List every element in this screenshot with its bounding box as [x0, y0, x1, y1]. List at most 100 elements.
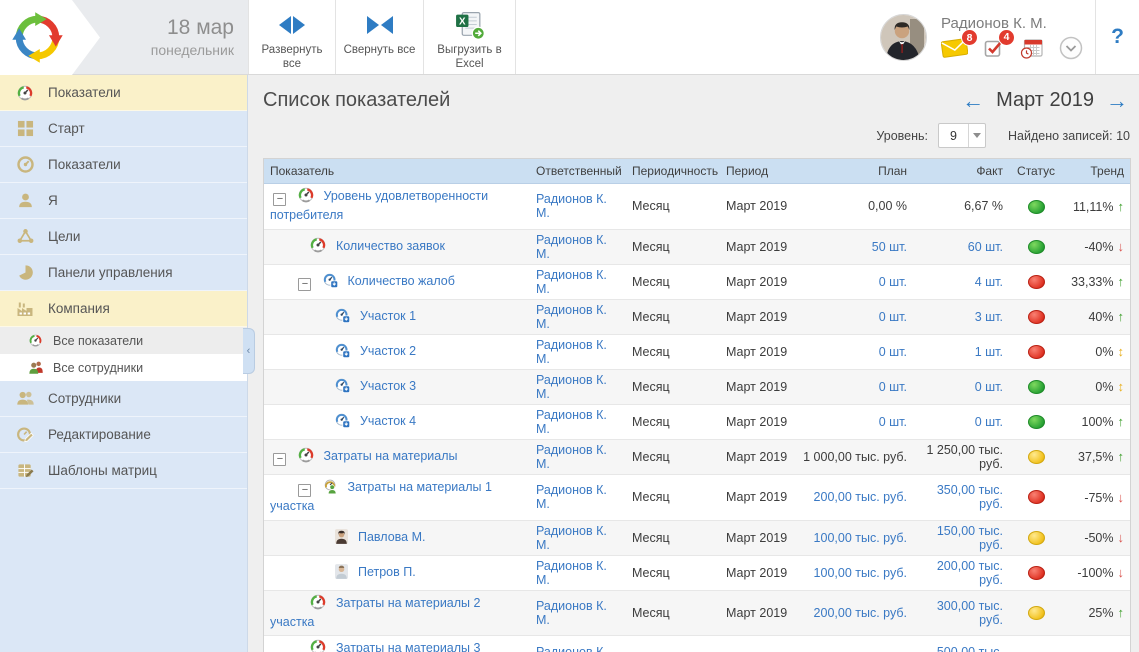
help-button[interactable]: ?: [1111, 25, 1124, 49]
plan-value[interactable]: 200,00 тыс. руб.: [814, 490, 907, 504]
next-month-button[interactable]: →: [1106, 90, 1128, 112]
col-responsible[interactable]: Ответственный: [530, 161, 626, 181]
table-row: Павлова М. Радионов К. М. Месяц Март 201…: [264, 521, 1130, 556]
plan-value[interactable]: 0 шт.: [879, 415, 907, 429]
plan-value[interactable]: 0 шт.: [879, 380, 907, 394]
sidebar-subitem-all-indicators[interactable]: Все показатели: [0, 327, 247, 354]
trend-down-arrow-icon: ↓: [1118, 530, 1125, 545]
status-cell: [1011, 446, 1061, 467]
responsible-link[interactable]: Радионов К. М.: [536, 559, 607, 587]
fact-value[interactable]: 500,00 тыс. руб.: [937, 645, 1003, 652]
responsible-link[interactable]: Радионов К. М.: [536, 408, 607, 436]
messages-icon[interactable]: 8: [941, 37, 968, 58]
responsible-link[interactable]: Радионов К. М.: [536, 338, 607, 366]
sidebar-item-company[interactable]: Компания: [0, 291, 247, 327]
col-trend[interactable]: Тренд: [1061, 161, 1130, 181]
fact-value[interactable]: 3 шт.: [975, 310, 1003, 324]
tree-collapse-toggle[interactable]: −: [298, 278, 311, 291]
sidebar-item-me[interactable]: Я: [0, 183, 247, 219]
trend-value: 33,33%: [1071, 275, 1113, 289]
sidebar-item-goals[interactable]: Цели: [0, 219, 247, 255]
prev-month-button[interactable]: ←: [962, 90, 984, 112]
sidebar-item-indicators-main[interactable]: Показатели: [0, 75, 247, 111]
fact-value[interactable]: 300,00 тыс. руб.: [937, 599, 1003, 627]
responsible-link[interactable]: Радионов К. М.: [536, 233, 607, 261]
fact-value[interactable]: 1 шт.: [975, 345, 1003, 359]
col-period[interactable]: Период: [720, 161, 796, 181]
responsible-link[interactable]: Радионов К. М.: [536, 373, 607, 401]
fact-cell: 1 шт.: [915, 342, 1011, 362]
col-periodicity[interactable]: Периодичность: [626, 161, 720, 181]
plan-value[interactable]: 50 шт.: [872, 240, 907, 254]
col-plan[interactable]: План: [796, 161, 915, 181]
responsible-link[interactable]: Радионов К. М.: [536, 645, 607, 652]
indicator-link[interactable]: Затраты на материалы 2 участка: [270, 596, 480, 629]
fact-cell: 3 шт.: [915, 307, 1011, 327]
sidebar-collapse-handle[interactable]: ‹: [243, 328, 255, 374]
periodicity-cell: Месяц: [626, 563, 720, 583]
indicator-link[interactable]: Количество заявок: [336, 239, 445, 253]
indicator-link[interactable]: Затраты на материалы: [323, 449, 457, 463]
fact-value[interactable]: 0 шт.: [975, 380, 1003, 394]
user-avatar[interactable]: [880, 14, 927, 61]
sidebar-item-employees[interactable]: Сотрудники: [0, 381, 247, 417]
tree-collapse-toggle[interactable]: −: [273, 453, 286, 466]
plan-value[interactable]: 0 шт.: [879, 345, 907, 359]
gauge-blue-icon: [335, 343, 350, 358]
responsible-cell: Радионов К. М.: [530, 642, 626, 652]
fact-value[interactable]: 150,00 тыс. руб.: [937, 524, 1003, 552]
expand-all-button[interactable]: Развернуть все: [248, 0, 336, 74]
indicator-link[interactable]: Петров П.: [358, 565, 416, 579]
level-label: Уровень:: [876, 129, 928, 143]
tasks-icon[interactable]: 4: [983, 37, 1005, 59]
fact-value[interactable]: 200,00 тыс. руб.: [937, 559, 1003, 587]
tree-collapse-toggle[interactable]: −: [273, 193, 286, 206]
indicator-link[interactable]: Участок 2: [360, 344, 416, 358]
responsible-link[interactable]: Радионов К. М.: [536, 443, 607, 471]
responsible-link[interactable]: Радионов К. М.: [536, 599, 607, 627]
user-menu-chevron-icon[interactable]: [1059, 36, 1083, 60]
responsible-link[interactable]: Радионов К. М.: [536, 303, 607, 331]
table-body: − Уровень удовлетворенности потребителя …: [264, 184, 1130, 652]
plan-cell: 200,00 тыс. руб.: [796, 487, 915, 507]
responsible-link[interactable]: Радионов К. М.: [536, 192, 607, 220]
sidebar-item-indicators[interactable]: Показатели: [0, 147, 247, 183]
indicator-link[interactable]: Участок 1: [360, 309, 416, 323]
user-name[interactable]: Радионов К. М.: [941, 15, 1047, 32]
fact-value[interactable]: 0 шт.: [975, 415, 1003, 429]
period-cell: Март 2019: [720, 649, 796, 652]
period-cell: Март 2019: [720, 196, 796, 216]
collapse-all-button[interactable]: Свернуть все: [336, 0, 424, 74]
sidebar-item-dashboards[interactable]: Панели управления: [0, 255, 247, 291]
sidebar-subitem-all-employees[interactable]: Все сотрудники: [0, 354, 247, 381]
indicator-link[interactable]: Павлова М.: [358, 530, 426, 544]
fact-value[interactable]: 350,00 тыс. руб.: [937, 483, 1003, 511]
col-indicator[interactable]: Показатель: [264, 159, 530, 184]
plan-value[interactable]: 100,00 тыс. руб.: [814, 531, 907, 545]
trend-up-arrow-icon: ↑: [1118, 274, 1125, 289]
indicator-cell: − Затраты на материалы: [264, 444, 530, 469]
responsible-link[interactable]: Радионов К. М.: [536, 268, 607, 296]
sidebar-item-matrix-templates[interactable]: Шаблоны матриц: [0, 453, 247, 489]
plan-value[interactable]: 0 шт.: [879, 275, 907, 289]
trend-cell: -75%↓: [1061, 487, 1130, 508]
col-fact[interactable]: Факт: [915, 161, 1011, 181]
plan-value[interactable]: 100,00 тыс. руб.: [814, 566, 907, 580]
responsible-cell: Радионов К. М.: [530, 521, 626, 555]
export-excel-button[interactable]: X Выгрузить в Excel: [424, 0, 516, 74]
plan-value[interactable]: 0 шт.: [879, 310, 907, 324]
responsible-link[interactable]: Радионов К. М.: [536, 524, 607, 552]
indicator-link[interactable]: Участок 3: [360, 379, 416, 393]
calendar-clock-icon[interactable]: [1020, 37, 1044, 59]
indicator-link[interactable]: Количество жалоб: [347, 274, 454, 288]
sidebar-item-editing[interactable]: Редактирование: [0, 417, 247, 453]
plan-value[interactable]: 200,00 тыс. руб.: [814, 606, 907, 620]
responsible-link[interactable]: Радионов К. М.: [536, 483, 607, 511]
fact-value[interactable]: 60 шт.: [968, 240, 1003, 254]
indicator-link[interactable]: Участок 4: [360, 414, 416, 428]
tree-collapse-toggle[interactable]: −: [298, 484, 311, 497]
col-status[interactable]: Статус: [1011, 161, 1061, 181]
fact-value[interactable]: 4 шт.: [975, 275, 1003, 289]
sidebar-item-start[interactable]: Старт: [0, 111, 247, 147]
level-select[interactable]: 9: [938, 123, 986, 148]
